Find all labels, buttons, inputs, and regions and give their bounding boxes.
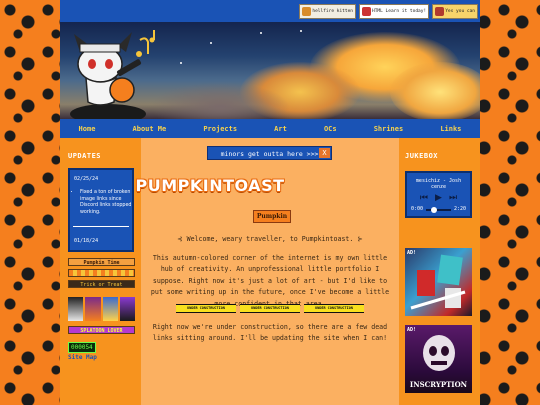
pumpkin-time-stamp[interactable]: Pumpkin Time: [68, 258, 135, 266]
song-title: mesichiz - Josh cenze: [415, 178, 462, 190]
top-bar: hellfire kitten HTML Learn it today! Yes…: [60, 0, 480, 22]
nav-home[interactable]: Home: [79, 125, 96, 133]
update-divider: [73, 226, 129, 227]
ad-inscryption[interactable]: AD! INSCRYPTION: [405, 325, 472, 393]
previous-icon[interactable]: ⏮: [420, 193, 428, 203]
minors-banner-text: minors get outta here >>>: [220, 150, 319, 158]
time-current: 0:00: [411, 206, 424, 212]
nav-links[interactable]: Links: [440, 125, 461, 133]
welcome-text: ⊰ Welcome, weary traveller, to Pumpkinto…: [177, 235, 363, 243]
header-banner: [60, 22, 480, 119]
trick-or-treat-stamp[interactable]: Trick or Treat: [68, 280, 135, 288]
pumpkin-pattern-stamp[interactable]: [68, 269, 135, 277]
site-map-link[interactable]: Site Map: [68, 354, 97, 361]
badge-row: hellfire kitten HTML Learn it today! Yes…: [299, 4, 478, 19]
badge-label: HTML Learn it today!: [372, 9, 427, 14]
next-icon[interactable]: ⏭: [449, 193, 457, 203]
time-total: 2:20: [453, 206, 466, 212]
badge-yes-you-can[interactable]: Yes you can: [432, 4, 478, 19]
under-construction-banner: UNDER CONSTRUCTION: [304, 304, 364, 313]
ad-roblox[interactable]: AD!: [405, 248, 472, 316]
main-nav: Home About Me Projects Art OCs Shrines L…: [60, 119, 480, 138]
nav-shrines[interactable]: Shrines: [374, 125, 404, 133]
character-illustration: [70, 30, 155, 119]
character-stamps-row: [68, 297, 135, 321]
progress-knob[interactable]: [431, 207, 437, 213]
badge-label: hellfire kitten: [312, 9, 353, 14]
progress-track[interactable]: [426, 209, 451, 211]
nav-ocs[interactable]: OCs: [324, 125, 337, 133]
ad-artwork: [410, 254, 466, 310]
visitor-counter: 000054: [68, 342, 96, 353]
minors-banner[interactable]: minors get outta here >>> X: [207, 146, 332, 160]
html-icon: [362, 7, 371, 16]
badge-label: Yes you can: [445, 9, 475, 14]
construction-paragraph: Right now we're under construction, so t…: [152, 323, 388, 343]
stamp-image[interactable]: [119, 297, 135, 321]
updates-heading: UPDATES: [68, 152, 102, 160]
pumpkin-badge: Pumpkin: [253, 210, 291, 223]
flag-icon: [435, 7, 445, 16]
cat-icon: [302, 7, 312, 16]
update-date: 01/18/24: [74, 238, 99, 244]
nav-art[interactable]: Art: [274, 125, 287, 133]
jukebox-controls: ⏮ ▶ ⏭: [407, 193, 470, 203]
site-title: PUMPKINTOAST: [135, 176, 285, 195]
jukebox-player: mesichiz - Josh cenze ⏮ ▶ ⏭ 0:00 2:20: [405, 171, 472, 218]
nav-projects[interactable]: Projects: [203, 125, 237, 133]
stamp-image[interactable]: [85, 297, 101, 321]
under-construction-banner: UNDER CONSTRUCTION: [176, 304, 236, 313]
stamp-image[interactable]: [102, 297, 118, 321]
play-icon[interactable]: ▶: [435, 193, 442, 203]
badge-hellfire-kitten[interactable]: hellfire kitten: [299, 4, 356, 19]
intro-paragraph: This autumn-colored corner of the intern…: [150, 254, 390, 308]
nav-about-me[interactable]: About Me: [133, 125, 167, 133]
close-icon[interactable]: X: [319, 148, 330, 158]
splatoon-stamp[interactable]: SPLATOON LOVER: [68, 326, 135, 334]
badge-html[interactable]: HTML Learn it today!: [359, 4, 430, 19]
stamp-image[interactable]: [68, 297, 84, 321]
under-construction-banner: UNDER CONSTRUCTION: [240, 304, 300, 313]
jukebox-heading: JUKEBOX: [405, 152, 439, 160]
ad-title: INSCRYPTION: [409, 380, 468, 389]
